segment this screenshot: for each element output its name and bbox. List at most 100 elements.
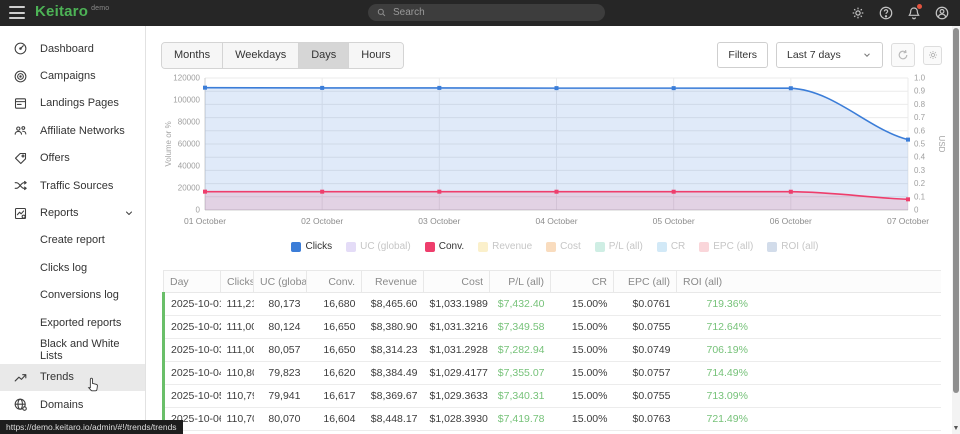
sidebar-item-campaigns[interactable]: Campaigns bbox=[0, 62, 145, 89]
sidebar-item-create-report[interactable]: Create report bbox=[0, 227, 145, 254]
svg-text:0.7: 0.7 bbox=[914, 113, 926, 122]
chart-settings-button[interactable] bbox=[923, 46, 942, 65]
sidebar-item-traffic-sources[interactable]: Traffic Sources bbox=[0, 172, 145, 199]
campaigns-icon bbox=[13, 69, 28, 84]
refresh-button[interactable] bbox=[891, 43, 915, 67]
column-header-roi-all-[interactable]: ROI (all) bbox=[677, 271, 942, 293]
domains-icon bbox=[13, 397, 28, 412]
cell-cr: 15.00% bbox=[551, 408, 614, 431]
sidebar-item-offers[interactable]: Offers bbox=[0, 145, 145, 172]
legend-label: CR bbox=[671, 241, 685, 252]
sidebar-item-label: Conversions log bbox=[40, 289, 119, 301]
sidebar-item-trends[interactable]: Trends bbox=[0, 364, 145, 391]
legend-item-epc-all-[interactable]: EPC (all) bbox=[699, 241, 753, 252]
cell-day: 2025-10-04 bbox=[164, 362, 221, 385]
sidebar-item-label: Create report bbox=[40, 234, 105, 246]
legend-item-revenue[interactable]: Revenue bbox=[478, 241, 532, 252]
scrollbar-thumb[interactable] bbox=[953, 28, 959, 393]
settings-gear-icon[interactable] bbox=[850, 5, 866, 21]
table-row: 2025-10-02111,0080,12416,650$8,380.90$1,… bbox=[164, 316, 942, 339]
legend-label: UC (global) bbox=[360, 241, 411, 252]
cell-p-l-all-: $7,340.31 bbox=[490, 385, 551, 408]
tab-days[interactable]: Days bbox=[299, 43, 349, 68]
column-header-day[interactable]: Day bbox=[164, 271, 221, 293]
cell-revenue: $8,448.17 bbox=[362, 408, 424, 431]
cell-cr: 15.00% bbox=[551, 339, 614, 362]
period-tabs: MonthsWeekdaysDaysHours bbox=[161, 42, 404, 69]
legend-item-p-l-all-[interactable]: P/L (all) bbox=[595, 241, 643, 252]
sidebar-item-domains[interactable]: Domains bbox=[0, 391, 145, 418]
sidebar-nav: DashboardCampaignsLandings PagesAffiliat… bbox=[0, 26, 146, 434]
sidebar-item-conversions-log[interactable]: Conversions log bbox=[0, 282, 145, 309]
cell-uc-global-: 79,941 bbox=[254, 385, 307, 408]
cell-epc-all-: $0.0757 bbox=[614, 362, 677, 385]
legend-item-roi-all-[interactable]: ROI (all) bbox=[767, 241, 818, 252]
tab-months[interactable]: Months bbox=[162, 43, 223, 68]
cell-p-l-all-: $7,349.58 bbox=[490, 316, 551, 339]
scrollbar-down-arrow[interactable]: ▼ bbox=[952, 425, 960, 432]
sidebar-item-clicks-log[interactable]: Clicks log bbox=[0, 254, 145, 281]
legend-label: Clicks bbox=[305, 241, 332, 252]
hamburger-menu-icon[interactable] bbox=[9, 6, 25, 19]
cell-day: 2025-10-02 bbox=[164, 316, 221, 339]
date-range-select[interactable]: Last 7 days bbox=[776, 42, 883, 68]
column-header-conv-[interactable]: Conv. bbox=[307, 271, 362, 293]
tab-hours[interactable]: Hours bbox=[349, 43, 402, 68]
refresh-icon bbox=[896, 48, 910, 62]
legend-label: Cost bbox=[560, 241, 581, 252]
demo-badge: demo bbox=[91, 5, 109, 12]
dashboard-icon bbox=[13, 41, 28, 56]
sidebar-item-landings-pages[interactable]: Landings Pages bbox=[0, 90, 145, 117]
table-row: 2025-10-04110,8079,82316,620$8,384.49$1,… bbox=[164, 362, 942, 385]
chart-legend: Clicks UC (global) Conv. Revenue Cost P/L (al… bbox=[160, 241, 950, 252]
legend-swatch bbox=[546, 242, 556, 252]
main-content: MonthsWeekdaysDaysHours Filters Last 7 d… bbox=[147, 26, 952, 434]
sidebar-item-black-and-white-lists[interactable]: Black and White Lists bbox=[0, 336, 145, 363]
cell-roi-all-: 437.41% bbox=[677, 431, 942, 434]
svg-text:07 October: 07 October bbox=[887, 216, 929, 226]
legend-item-cr[interactable]: CR bbox=[657, 241, 685, 252]
sidebar-item-dashboard[interactable]: Dashboard bbox=[0, 35, 145, 62]
cell-day: 2025-10-03 bbox=[164, 339, 221, 362]
page-scrollbar[interactable]: ▼ bbox=[952, 26, 960, 434]
trends-chart: 02000040000600008000010000012000000.10.2… bbox=[160, 73, 950, 237]
legend-item-clicks[interactable]: Clicks bbox=[291, 241, 332, 252]
search-placeholder: Search bbox=[393, 7, 425, 18]
cell-cost: $1,029.3633 bbox=[424, 385, 490, 408]
app-logo[interactable]: Keitarodemo bbox=[35, 3, 109, 20]
trends-table: DayClicksUC (global)Conv.RevenueCostP/L … bbox=[162, 270, 941, 434]
cell-clicks: 111,21 bbox=[221, 293, 254, 316]
cell-roi-all-: 721.49% bbox=[677, 408, 942, 431]
filters-button[interactable]: Filters bbox=[717, 42, 768, 68]
cell-epc-all-: $0.0763 bbox=[614, 408, 677, 431]
cell-cost: $1,031.3216 bbox=[424, 316, 490, 339]
svg-text:20000: 20000 bbox=[178, 184, 201, 193]
tab-weekdays[interactable]: Weekdays bbox=[223, 43, 299, 68]
search-input[interactable]: Search bbox=[368, 4, 605, 21]
column-header-p-l-all-[interactable]: P/L (all) bbox=[490, 271, 551, 293]
legend-item-cost[interactable]: Cost bbox=[546, 241, 581, 252]
sidebar-item-reports[interactable]: Reports bbox=[0, 199, 145, 226]
column-header-revenue[interactable]: Revenue bbox=[362, 271, 424, 293]
legend-label: P/L (all) bbox=[609, 241, 643, 252]
svg-text:USD: USD bbox=[937, 136, 946, 153]
user-profile-icon[interactable] bbox=[934, 5, 950, 21]
column-header-cost[interactable]: Cost bbox=[424, 271, 490, 293]
cell-p-l-all-: $7,355.07 bbox=[490, 362, 551, 385]
column-header-cr[interactable]: CR bbox=[551, 271, 614, 293]
table-row: 2025-10-0764,4146,4579,648$4,906.04$912.… bbox=[164, 431, 942, 434]
column-header-uc-global-[interactable]: UC (global) bbox=[254, 271, 307, 293]
notifications-bell-icon[interactable] bbox=[906, 5, 922, 21]
cell-roi-all-: 719.36% bbox=[677, 293, 942, 316]
svg-text:01 October: 01 October bbox=[184, 216, 226, 226]
cell-epc-all-: $0.0755 bbox=[614, 316, 677, 339]
legend-item-uc-global-[interactable]: UC (global) bbox=[346, 241, 411, 252]
legend-swatch bbox=[699, 242, 709, 252]
sidebar-item-exported-reports[interactable]: Exported reports bbox=[0, 309, 145, 336]
column-header-epc-all-[interactable]: EPC (all) bbox=[614, 271, 677, 293]
column-header-clicks[interactable]: Clicks bbox=[221, 271, 254, 293]
sidebar-item-affiliate-networks[interactable]: Affiliate Networks bbox=[0, 117, 145, 144]
table-row: 2025-10-01111,2180,17316,680$8,465.60$1,… bbox=[164, 293, 942, 316]
legend-item-conv-[interactable]: Conv. bbox=[425, 241, 464, 252]
help-icon[interactable] bbox=[878, 5, 894, 21]
